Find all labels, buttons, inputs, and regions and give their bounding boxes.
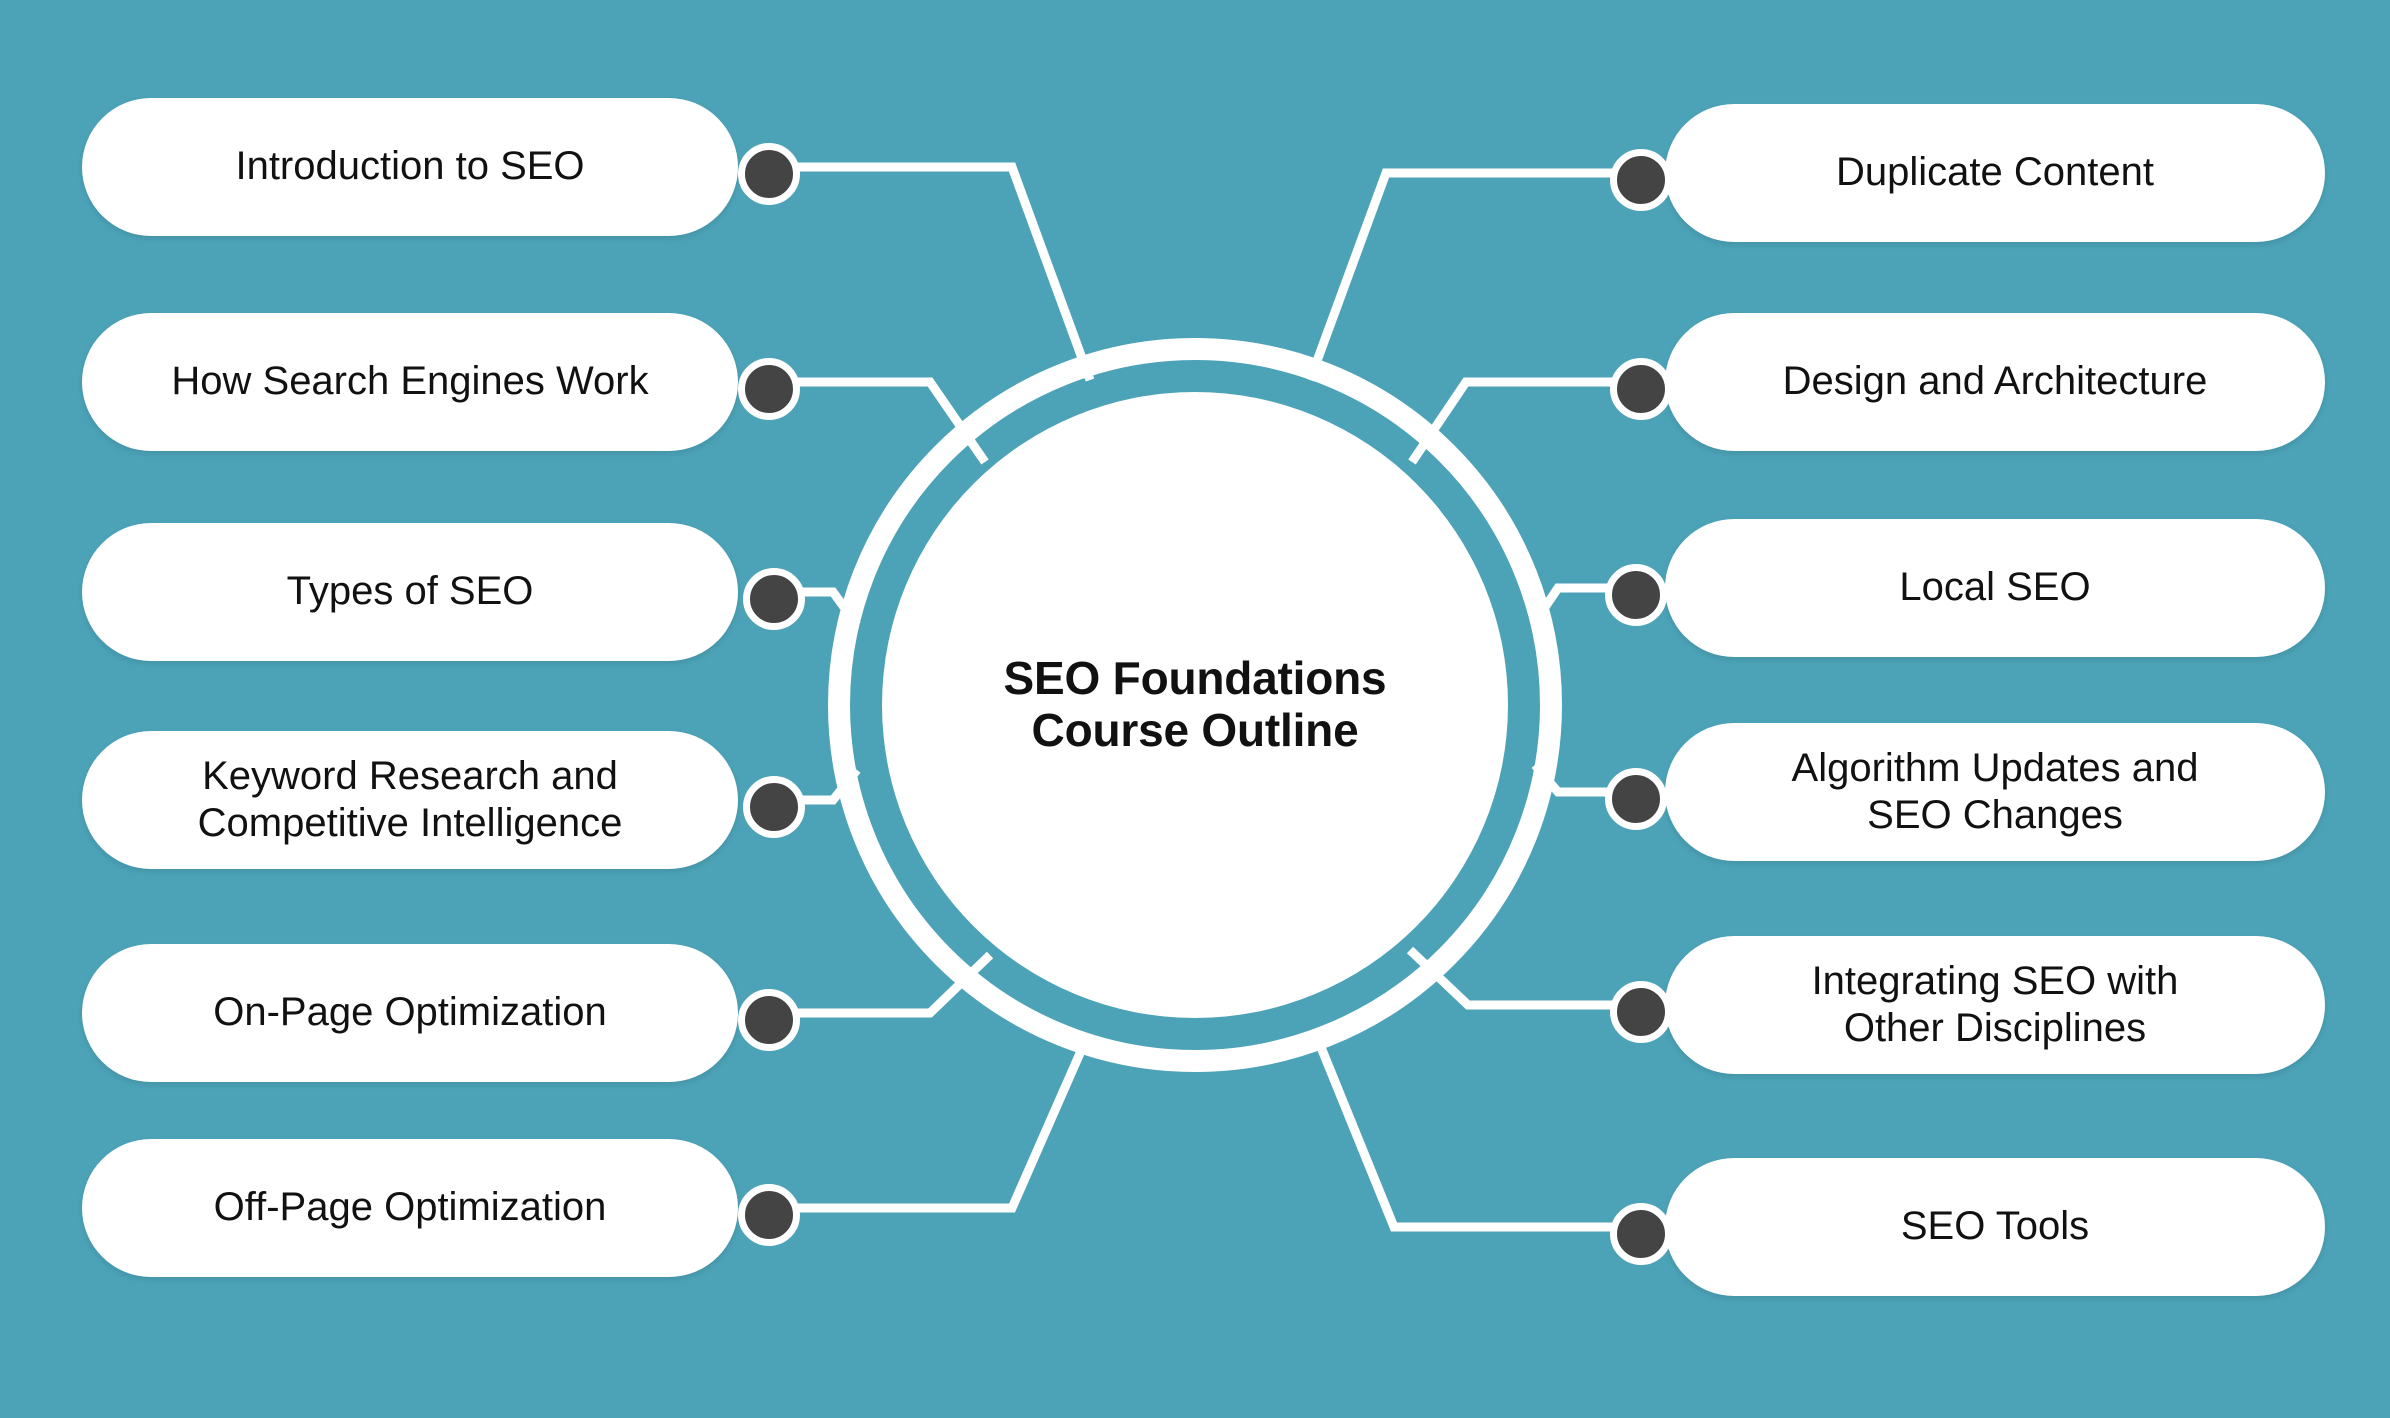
node-label: Local SEO — [1899, 565, 2091, 610]
mind-map-canvas: SEO Foundations Course Outline Introduct… — [0, 0, 2390, 1418]
connector-dot-left-5[interactable] — [738, 989, 800, 1051]
node-label: Algorithm Updates and SEO Changes — [1791, 745, 2199, 837]
connector-dot-left-4[interactable] — [743, 776, 805, 838]
connector-dot-right-3[interactable] — [1605, 564, 1667, 626]
node-label: Design and Architecture — [1782, 359, 2208, 404]
node-off-page-optimization[interactable]: Off-Page Optimization — [82, 1139, 738, 1277]
center-title-line-2: Course Outline — [1031, 704, 1359, 756]
node-introduction-to-seo[interactable]: Introduction to SEO — [82, 98, 738, 236]
connector-dot-left-3[interactable] — [743, 568, 805, 630]
connector-dot-right-6[interactable] — [1610, 1203, 1672, 1265]
node-label: SEO Tools — [1900, 1204, 2090, 1249]
connector-dot-left-1[interactable] — [738, 143, 800, 205]
node-types-of-seo[interactable]: Types of SEO — [82, 523, 738, 661]
connector-dot-right-2[interactable] — [1610, 358, 1672, 420]
wire-left-6 — [770, 1033, 1093, 1213]
center-title-line-1: SEO Foundations — [1003, 652, 1387, 705]
connector-dot-right-1[interactable] — [1610, 149, 1672, 211]
connector-dot-right-5[interactable] — [1610, 981, 1672, 1043]
node-local-seo[interactable]: Local SEO — [1665, 519, 2325, 657]
connector-dot-left-2[interactable] — [738, 358, 800, 420]
wire-left-1 — [770, 162, 1095, 382]
node-integrating-seo-with-other-disciplines[interactable]: Integrating SEO with Other Disciplines — [1665, 936, 2325, 1074]
node-label: Types of SEO — [286, 569, 534, 614]
node-label: Introduction to SEO — [235, 144, 585, 189]
node-label: Duplicate Content — [1836, 150, 2154, 195]
node-duplicate-content[interactable]: Duplicate Content — [1665, 104, 2325, 242]
connector-dot-left-6[interactable] — [738, 1184, 800, 1246]
node-algorithm-updates-and-seo-changes[interactable]: Algorithm Updates and SEO Changes — [1665, 723, 2325, 861]
node-seo-tools[interactable]: SEO Tools — [1665, 1158, 2325, 1296]
node-keyword-research-and-competitive-intelligence[interactable]: Keyword Research and Competitive Intelli… — [82, 731, 738, 869]
node-label: Off-Page Optimization — [213, 1185, 607, 1230]
node-label: How Search Engines Work — [171, 359, 649, 404]
node-label: Keyword Research and Competitive Intelli… — [197, 753, 623, 845]
node-on-page-optimization[interactable]: On-Page Optimization — [82, 944, 738, 1082]
node-how-search-engines-work[interactable]: How Search Engines Work — [82, 313, 738, 451]
node-design-and-architecture[interactable]: Design and Architecture — [1665, 313, 2325, 451]
wire-right-6 — [1311, 1033, 1617, 1232]
node-label: Integrating SEO with Other Disciplines — [1811, 958, 2179, 1050]
connector-dot-right-4[interactable] — [1605, 768, 1667, 830]
node-label: On-Page Optimization — [213, 990, 607, 1035]
wire-right-1 — [1305, 168, 1617, 382]
center-hub[interactable]: SEO Foundations Course Outline — [882, 392, 1508, 1018]
